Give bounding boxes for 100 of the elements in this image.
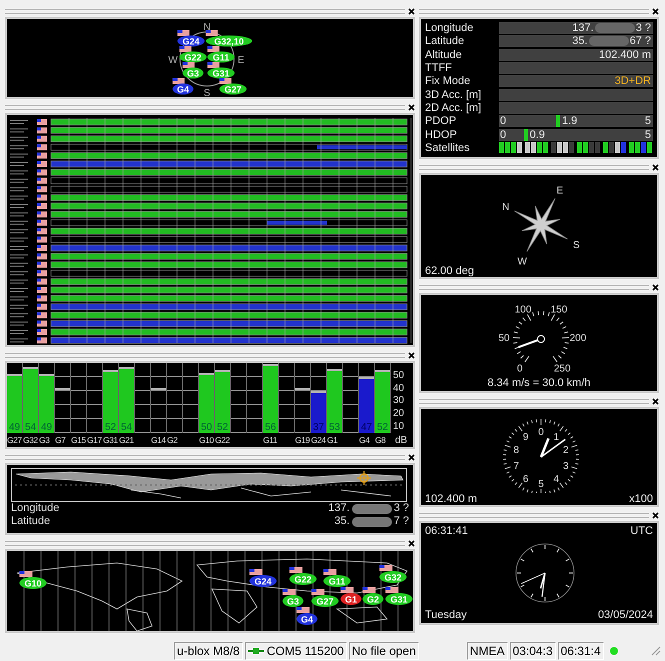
speed-scale-label: 100 [514, 304, 532, 316]
speed-scale-label: 0 [517, 364, 523, 375]
satellite-label: G24 [182, 36, 200, 46]
altimeter-scale-label: 3 [562, 461, 568, 472]
axis-tick-label: 20 [392, 408, 406, 420]
satellite-label: G4 [177, 84, 189, 94]
altimeter-scale-label: 8 [514, 444, 520, 456]
signal-value: 52 [376, 422, 388, 433]
altimeter-scale-label: 7 [514, 461, 520, 472]
field-label: Longitude [425, 22, 474, 34]
satellite-label: G3 [187, 68, 199, 78]
date-readout: 03/05/2024 [598, 609, 653, 621]
satellite-label: G32,10 [214, 36, 244, 46]
status-text: u-blox M8/8 [177, 644, 240, 658]
status-text: NMEA [470, 644, 505, 658]
close-icon[interactable] [408, 454, 415, 461]
signal-value: 52 [216, 422, 228, 433]
axis-tick-label: 10 [392, 421, 406, 432]
direction-label: W [168, 55, 178, 66]
altimeter-scale-label: 6 [522, 474, 528, 486]
satellite-id-label: G17 [87, 435, 102, 445]
heading-readout: 62.00 deg [424, 265, 475, 277]
satellite-id-label: G3 [39, 435, 50, 445]
status-text: 06:31:4 [560, 644, 601, 658]
close-icon[interactable] [652, 284, 659, 291]
speed-scale-label: 50 [498, 333, 510, 344]
signal-value: 52 [104, 422, 116, 433]
field-label: 3D Acc. [m] [425, 88, 482, 101]
weekday-label: Tuesday [425, 609, 467, 621]
direction-label: E [238, 55, 244, 66]
altimeter-scale-label: 9 [522, 432, 528, 443]
close-icon[interactable] [652, 8, 659, 15]
field-value: 3D+DR [614, 75, 651, 88]
gauge-value: 0.9 [530, 128, 545, 141]
satellite-label: G27 [224, 84, 242, 94]
field-value: 3 ? [636, 22, 651, 34]
field-value: 137. [572, 22, 594, 34]
field-value: 67 ? [630, 35, 651, 48]
close-icon[interactable] [408, 352, 415, 359]
satellite-label: G22 [294, 574, 312, 584]
altitude-readout: 102.400 m [425, 493, 477, 505]
signal-value: 54 [120, 422, 132, 433]
field-label: PDOP [425, 115, 458, 128]
satellite-id-label: G21 [119, 435, 134, 445]
crosshair-icon [357, 471, 371, 485]
close-icon[interactable] [408, 104, 415, 111]
direction-label: S [204, 88, 210, 97]
satellite-id-label: G2 [167, 435, 178, 445]
status-text: COM5 115200 [266, 644, 344, 658]
satellite-label: G32 [384, 572, 402, 582]
coordinate-value: 3 ? [394, 502, 409, 515]
signal-value: 49 [40, 422, 52, 433]
satellite-id-label: G27 [7, 435, 22, 445]
satellite-label: G31 [390, 594, 408, 604]
direction-label: E [556, 186, 564, 197]
satellite-label: G11 [212, 52, 230, 62]
close-icon[interactable] [408, 8, 415, 15]
altimeter-scale-label: 1 [554, 432, 560, 443]
signal-value: 49 [8, 422, 20, 433]
field-label: Latitude [11, 515, 50, 528]
speed-scale-label: 250 [554, 364, 571, 375]
field-label: Satellites [425, 142, 471, 154]
speed-scale-label: 200 [570, 333, 586, 344]
speed-scale-label: 150 [550, 304, 568, 316]
field-label: Altitude [425, 48, 463, 61]
direction-label: S [572, 240, 580, 251]
satellite-id-label: G7 [55, 435, 66, 445]
gauge-min: 0 [500, 128, 506, 141]
field-label: TTFF [425, 62, 453, 74]
signal-value: 47 [360, 422, 372, 433]
satellite-id-label: G1 [327, 435, 338, 445]
time-readout: 06:31:41 [425, 525, 468, 537]
altimeter-scale-label: 0 [538, 427, 544, 438]
satellite-label: G3 [287, 596, 299, 606]
gauge-max: 5 [644, 115, 651, 128]
satellite-label: G11 [328, 576, 346, 586]
resize-grip-icon[interactable] [651, 646, 661, 656]
field-label: 2D Acc. [m] [425, 102, 482, 114]
field-value: 35. [572, 35, 588, 48]
close-icon[interactable] [652, 164, 659, 171]
gauge-max: 5 [644, 128, 651, 141]
close-icon[interactable] [408, 540, 415, 547]
satellite-id-label: G31 [103, 435, 118, 445]
compass-rose-drawing [514, 198, 568, 252]
close-icon[interactable] [652, 398, 659, 405]
altimeter-scale-label: 5 [538, 479, 544, 490]
direction-label: N [502, 202, 510, 214]
satellite-label: G2 [367, 594, 379, 604]
status-text: No file open [352, 644, 416, 658]
axis-tick-label: 40 [392, 382, 406, 394]
field-label: Longitude [11, 502, 60, 515]
plug-icon [248, 646, 264, 654]
close-icon[interactable] [652, 512, 659, 519]
coordinate-value: 7 ? [394, 515, 409, 528]
satellite-label: G24 [254, 576, 272, 586]
signal-value: 56 [264, 422, 276, 433]
satellite-id-label: G10 [199, 435, 214, 445]
satellite-label: G10 [24, 578, 42, 588]
axis-tick-label: 30 [392, 395, 406, 406]
satellite-label: G27 [316, 596, 334, 606]
